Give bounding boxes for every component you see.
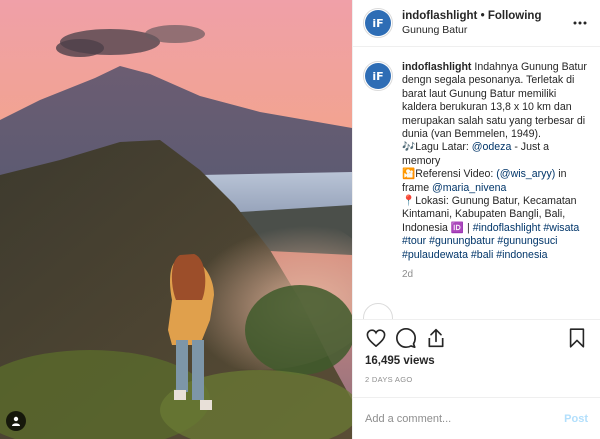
post-header: iF indoflashlight • Following Gunung Bat… <box>353 0 600 47</box>
more-options-icon <box>573 21 587 25</box>
bookmark-icon <box>569 327 585 348</box>
post-date: 2 DAYS AGO <box>365 375 413 384</box>
heart-icon <box>366 328 386 347</box>
post-comment-button[interactable]: Post <box>564 413 588 425</box>
avatar-logo: iF <box>365 63 391 89</box>
following-button[interactable]: Following <box>488 10 542 22</box>
add-comment-section: Post <box>353 397 600 439</box>
post-side-panel: iF indoflashlight • Following Gunung Bat… <box>352 0 600 439</box>
comments-section: iF indoflashlight Indahnya Gunung Batur … <box>353 47 600 319</box>
action-bar <box>353 319 600 355</box>
location-link[interactable]: Gunung Batur <box>402 23 570 37</box>
save-button[interactable] <box>564 325 590 351</box>
caption-avatar[interactable]: iF <box>363 61 393 91</box>
username-link[interactable]: indoflashlight <box>402 10 477 22</box>
more-options-button[interactable] <box>570 13 590 33</box>
view-count[interactable]: 16,495 views <box>353 355 600 371</box>
avatar-logo: iF <box>365 10 391 36</box>
post-photo[interactable] <box>0 0 352 439</box>
music-mention-link[interactable]: @odeza <box>472 141 512 153</box>
pin-icon: 📍 <box>402 195 416 208</box>
header-text: indoflashlight • Following Gunung Batur <box>402 9 570 37</box>
avatar[interactable]: iF <box>363 8 393 38</box>
share-icon <box>428 328 444 347</box>
caption-timestamp: 2d <box>402 269 414 281</box>
caption-username[interactable]: indoflashlight <box>402 61 471 73</box>
video-icon: 🎦 <box>402 168 416 181</box>
caption: iF indoflashlight Indahnya Gunung Batur … <box>363 61 590 262</box>
ref-label: Referensi Video: <box>415 168 497 181</box>
like-button[interactable] <box>363 325 389 351</box>
user-tag-button[interactable] <box>6 411 26 431</box>
comment-icon <box>396 327 416 348</box>
instagram-post: iF indoflashlight • Following Gunung Bat… <box>0 0 600 439</box>
ref-mention2-link[interactable]: @maria_nivena <box>432 182 506 194</box>
user-tag-icon <box>12 416 20 426</box>
sunset-mountain-photo <box>0 0 352 439</box>
music-icon: 🎶 <box>402 141 416 154</box>
comment-button[interactable] <box>393 325 419 351</box>
comment-avatar[interactable] <box>363 303 393 319</box>
comment-input[interactable] <box>365 412 565 425</box>
caption-text: indoflashlight Indahnya Gunung Batur den… <box>402 61 590 262</box>
music-label: Lagu Latar: <box>415 141 472 154</box>
separator: • <box>480 10 485 22</box>
share-button[interactable] <box>423 325 449 351</box>
hashtag-link[interactable]: #indoflashlight <box>473 222 541 234</box>
ref-mention-link[interactable]: (@wis_aryy) <box>496 168 555 180</box>
